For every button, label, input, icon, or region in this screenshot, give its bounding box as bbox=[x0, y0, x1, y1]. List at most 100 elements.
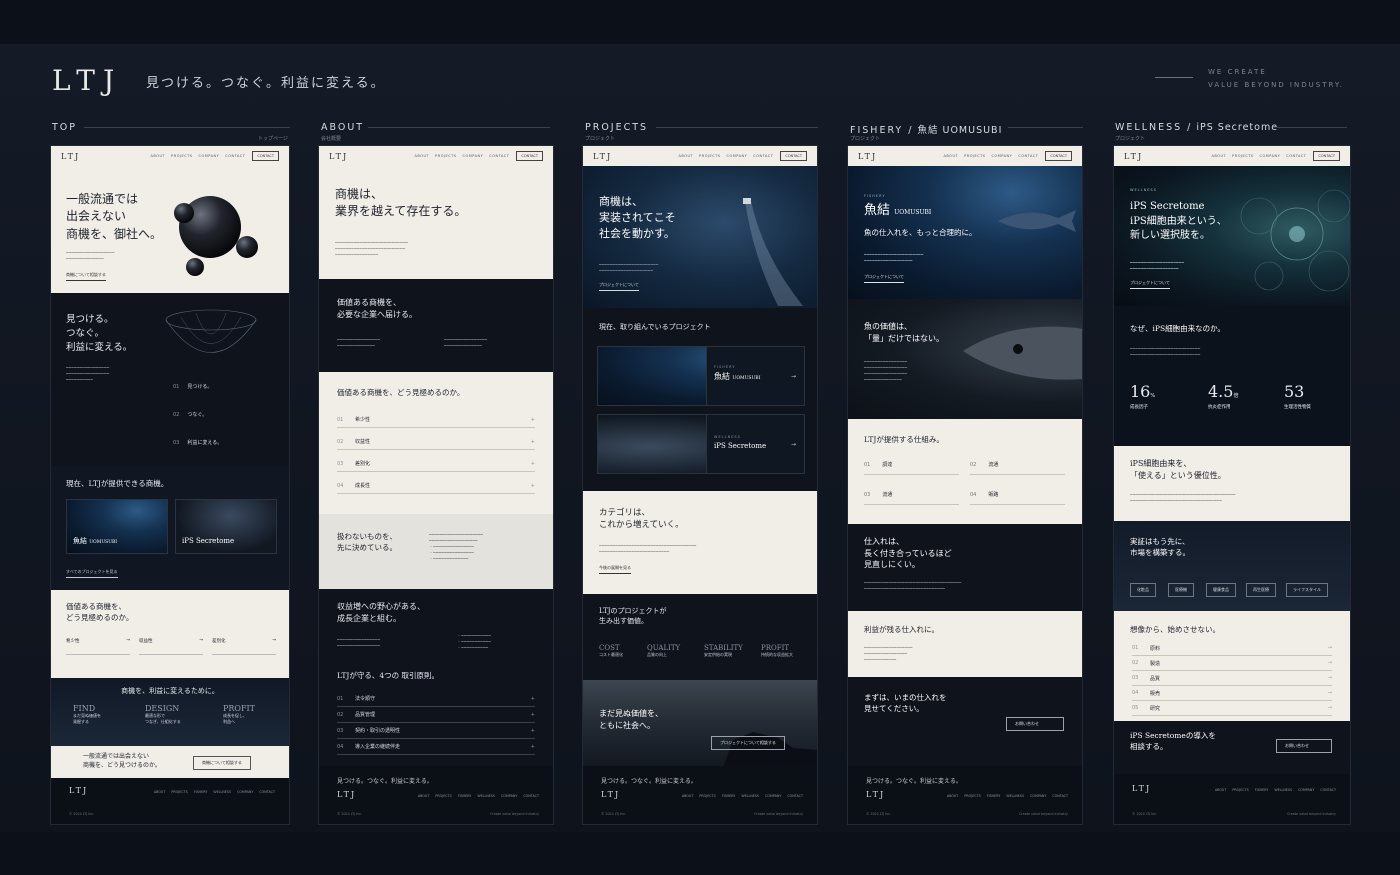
nav-logo[interactable]: LTJ bbox=[61, 152, 80, 161]
footer-tagline: Create value beyond industry bbox=[1287, 812, 1336, 816]
view-all-projects-link[interactable]: すべてのプロジェクトを見る bbox=[66, 569, 118, 578]
criteria-item[interactable]: 収益性 → bbox=[139, 638, 203, 655]
criteria-item[interactable]: 希少性 → bbox=[66, 638, 130, 655]
cta-button[interactable]: 商機について相談する bbox=[193, 756, 251, 770]
profit-body-text: ━━━━━━━━━━━━━━━━━━ ━━━━━━━━━━━━━━━━ ━━━━━━… bbox=[864, 645, 913, 662]
value-heading: LTJのプロジェクトが 生み出す価値。 bbox=[599, 607, 667, 626]
nav-contact[interactable]: CONTACT bbox=[753, 154, 773, 158]
hero-section: 商機は、 実装されてこそ 社会を動かす。 ━━━━━━━━━━━━━━━━━━━━━… bbox=[583, 166, 817, 308]
value-design: DESIGN 最適な形で つなぎ、仕組化する bbox=[145, 704, 181, 724]
step-03: 03 利益に変える。 bbox=[173, 440, 223, 446]
footer-copyright: © 2024 LTJ Inc. bbox=[1132, 812, 1158, 816]
stat-anti-inflammation: 4.5倍 抗炎症作用 bbox=[1208, 382, 1239, 410]
inquiry-button[interactable]: お問い合わせ bbox=[1276, 739, 1332, 753]
nav-logo[interactable]: LTJ bbox=[593, 152, 612, 161]
category-body-text: ━━━━━━━━━━━━━━━━━━━━━━━━━━━━━━━━━━━━ ━━━━… bbox=[599, 543, 697, 554]
nav-projects[interactable]: PROJECTS bbox=[1232, 154, 1253, 158]
column-rule bbox=[368, 127, 550, 128]
hero-link[interactable]: プロジェクトについて bbox=[864, 274, 904, 283]
contact-button[interactable]: CONTACT bbox=[516, 151, 543, 161]
footer-links: ABOUT PROJECTS FISHERY WELLNESS COMPANY CONTA… bbox=[681, 794, 803, 798]
why-body-text: ━━━━━━━━━━━━━━━━━━━━━━━━━━ ━━━━━━━━━━━━━━… bbox=[1130, 346, 1201, 357]
cell-graphic bbox=[1240, 189, 1350, 292]
nav-company[interactable]: COMPANY bbox=[992, 154, 1013, 158]
nav-company[interactable]: COMPANY bbox=[199, 154, 220, 158]
boat-wake-graphic bbox=[743, 198, 803, 306]
nav-contact[interactable]: CONTACT bbox=[1018, 154, 1038, 158]
hero-link[interactable]: 商機について相談する bbox=[66, 272, 106, 281]
process-row[interactable]: 05 研究 → bbox=[1132, 701, 1332, 716]
nav-about[interactable]: ABOUT bbox=[678, 154, 693, 158]
step-01: 01 見つける。 bbox=[173, 384, 213, 390]
nav-about[interactable]: ABOUT bbox=[943, 154, 958, 158]
criteria-row[interactable]: 01 希少性 + bbox=[337, 412, 535, 428]
arrow-right-icon: → bbox=[790, 373, 796, 380]
contact-button[interactable]: CONTACT bbox=[252, 151, 279, 161]
current-projects-heading: 現在、取り組んでいるプロジェクト bbox=[599, 323, 711, 331]
nav-company[interactable]: COMPANY bbox=[463, 154, 484, 158]
process-row[interactable]: 03 品質 → bbox=[1132, 671, 1332, 686]
nav-contact[interactable]: CONTACT bbox=[489, 154, 509, 158]
nav-about[interactable]: ABOUT bbox=[1211, 154, 1226, 158]
inquiry-button[interactable]: お問い合わせ bbox=[1006, 717, 1064, 731]
principle-row[interactable]: 03 契約・取引の透明性 + bbox=[337, 723, 535, 739]
project-title: 魚結 UOMUSUBI bbox=[714, 372, 761, 381]
hero-section: WELLNESS iPS Secretome iPS細胞由来という、 新しい選択肢を… bbox=[1114, 166, 1350, 306]
nav-contact[interactable]: CONTACT bbox=[1286, 154, 1306, 158]
contact-button[interactable]: CONTACT bbox=[780, 151, 807, 161]
criteria-heading: 価値ある商機を、どう見極めるのか。 bbox=[337, 388, 465, 397]
hero-heading: 商機は、 実装されてこそ 社会を動かす。 bbox=[599, 195, 676, 240]
nav-logo[interactable]: LTJ bbox=[858, 152, 877, 161]
criteria-row[interactable]: 04 成長性 + bbox=[337, 478, 535, 494]
nav-company[interactable]: COMPANY bbox=[727, 154, 748, 158]
principle-row[interactable]: 02 品質管理 + bbox=[337, 707, 535, 723]
hero-link[interactable]: プロジェクトについて bbox=[1130, 280, 1170, 289]
site-nav: LTJ ABOUT PROJECTS COMPANY CONTACT CONTACT bbox=[848, 146, 1082, 166]
site-footer: 見つける。つなぐ。利益に変える。 LTJ ABOUT PROJECTS FISHER… bbox=[848, 766, 1082, 824]
hero-body-text: ━━━━━━━━━━━━━━━━━━━━━━━━━━━━━━━━━━━━━━━━… bbox=[335, 240, 409, 257]
principles-section: LTJが守る、4つの 取引原則。 01 法令順守 + 02 品質管理 + 03 契約・取引… bbox=[319, 665, 553, 770]
nav-about[interactable]: ABOUT bbox=[414, 154, 429, 158]
process-row[interactable]: 04 販売 → bbox=[1132, 686, 1332, 701]
project-row-wellness[interactable]: WELLNESS iPS Secretome → bbox=[597, 414, 805, 474]
process-row[interactable]: 01 原料 → bbox=[1132, 641, 1332, 656]
column-label-wellness: WELLNESS / iPS Secretome bbox=[1115, 122, 1279, 133]
problem-body-text: ━━━━━━━━━━━━━━━━━━━━━━━━━━━━━━━━━━━━ ━━━━… bbox=[864, 580, 962, 591]
process-row[interactable]: 02 製造 → bbox=[1132, 656, 1332, 671]
nav-about[interactable]: ABOUT bbox=[150, 154, 165, 158]
project-label: WELLNESS bbox=[714, 435, 741, 439]
nav-contact[interactable]: CONTACT bbox=[225, 154, 245, 158]
mechanism-item: 02 流通 bbox=[970, 461, 1065, 475]
nav-logo[interactable]: LTJ bbox=[1124, 152, 1143, 161]
consult-button[interactable]: プロジェクトについて相談する bbox=[711, 736, 785, 750]
principle-row[interactable]: 01 法令順守 + bbox=[337, 691, 535, 707]
criteria-item[interactable]: 差別化 → bbox=[212, 638, 276, 655]
project-card-wellness[interactable]: iPS Secretome bbox=[175, 499, 277, 554]
project-card-fishery[interactable]: 魚結 UOMUSUBI bbox=[66, 499, 168, 554]
nav-projects[interactable]: PROJECTS bbox=[435, 154, 456, 158]
principle-row[interactable]: 04 導入企業の継続伴走 + bbox=[337, 739, 535, 755]
column-label-projects: PROJECTS bbox=[585, 122, 649, 133]
contact-button[interactable]: CONTACT bbox=[1313, 151, 1340, 161]
nav-company[interactable]: COMPANY bbox=[1260, 154, 1281, 158]
nav-projects[interactable]: PROJECTS bbox=[699, 154, 720, 158]
criteria-row[interactable]: 03 差別化 + bbox=[337, 456, 535, 472]
divider bbox=[1155, 77, 1193, 78]
project-row-fishery[interactable]: FISHERY 魚結 UOMUSUBI → bbox=[597, 346, 805, 406]
nav-projects[interactable]: PROJECTS bbox=[171, 154, 192, 158]
cta-section: 一般流通では出会えない 商機を、どう見つけるのか。 商機について相談する bbox=[51, 746, 289, 780]
hero-link[interactable]: プロジェクトについて bbox=[599, 282, 639, 291]
criteria-row[interactable]: 02 収益性 + bbox=[337, 434, 535, 450]
nav-logo[interactable]: LTJ bbox=[329, 152, 348, 161]
mechanism-item: 03 流通 bbox=[864, 491, 959, 505]
future-link[interactable]: 今後の展開を見る bbox=[599, 565, 631, 574]
footer-logo: LTJ bbox=[601, 790, 621, 799]
market-section: 実証はもう先に、 市場を構築する。 化粧品 医療機 健康食品 再生医療 ライフスタ… bbox=[1114, 521, 1350, 611]
value-heading: 商機を、利益に変えるために。 bbox=[121, 687, 219, 695]
nav-projects[interactable]: PROJECTS bbox=[964, 154, 985, 158]
projects-heading: 現在、LTJが提供できる商機。 bbox=[66, 479, 169, 488]
hero-section: 商機は、 業界を越えて存在する。 ━━━━━━━━━━━━━━━━━━━━━━━━… bbox=[319, 166, 553, 279]
column-note: トップページ bbox=[258, 136, 288, 142]
contact-button[interactable]: CONTACT bbox=[1045, 151, 1072, 161]
criteria-section: 価値ある商機を、どう見極めるのか。 01 希少性 + 02 収益性 + 03 差別化 + 0… bbox=[319, 372, 553, 514]
